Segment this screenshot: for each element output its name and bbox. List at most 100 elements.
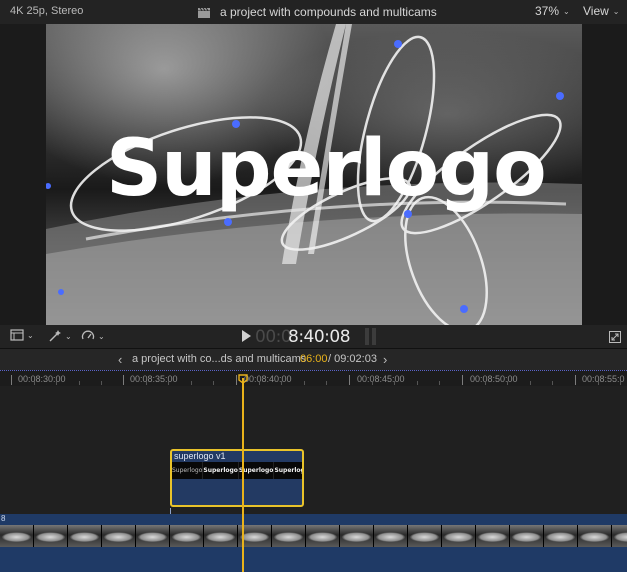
ruler-tick (123, 375, 124, 385)
ruler-minor-tick (394, 381, 395, 385)
format-label: 4K 25p, Stereo (10, 5, 84, 17)
ruler-minor-tick (326, 381, 327, 385)
fullscreen-icon[interactable] (609, 331, 621, 343)
ruler-minor-tick (485, 381, 486, 385)
chevron-right-icon[interactable]: › (383, 352, 387, 367)
ruler-tick (462, 375, 463, 385)
ruler-tick (575, 375, 576, 385)
video-frame[interactable]: Superlogo (46, 24, 582, 325)
speedometer-icon (81, 330, 95, 340)
clip-thumbnail: Superlogo (203, 462, 239, 479)
clip-thumbnail: Superlogo (239, 462, 275, 479)
primary-clip-label: 8 (1, 514, 6, 523)
chevron-left-icon[interactable]: ‹ (118, 352, 122, 367)
ruler-tick (349, 375, 350, 385)
zoom-menu[interactable]: 37% ⌄ (535, 4, 570, 18)
ruler-minor-tick (213, 381, 214, 385)
pot-thumbnail (68, 525, 102, 547)
layout-menu[interactable]: ⌄ (10, 329, 34, 341)
chevron-down-icon: ⌄ (563, 6, 570, 16)
view-menu[interactable]: View ⌄ (583, 4, 620, 18)
playhead[interactable] (242, 378, 244, 572)
timeline-navigation-bar: ‹ a project with co...ds and multicams 0… (0, 348, 627, 370)
ruler-minor-tick (598, 381, 599, 385)
pot-thumbnail (170, 525, 204, 547)
clip-thumbnail: Superlogo (274, 462, 302, 479)
audio-meter-right (372, 328, 376, 345)
playhead-handle-icon[interactable] (238, 374, 248, 384)
pot-thumbnail (612, 525, 627, 547)
ruler-minor-tick (620, 381, 621, 385)
transform-menu[interactable]: ⌄ (48, 329, 72, 343)
ruler-tick-label: 00:08:50:00 (470, 374, 518, 384)
viewer-header: 4K 25p, Stereo a project with compounds … (0, 0, 627, 24)
ruler-minor-tick (530, 381, 531, 385)
play-button[interactable] (241, 330, 251, 342)
ruler-minor-tick (507, 381, 508, 385)
viewer-controls: ⌄ ⌄ ⌄ 00:0 8:40:08 (0, 325, 627, 348)
ruler-minor-tick (281, 381, 282, 385)
total-duration: / 09:02:03 (328, 353, 377, 365)
pot-thumbnail (510, 525, 544, 547)
timeline-ruler[interactable]: 00:08:30:00 00:08:35:00 00:08:40:00 00:0… (0, 370, 627, 386)
layout-icon (10, 329, 24, 341)
chevron-down-icon: ⌄ (98, 331, 105, 341)
ruler-minor-tick (191, 381, 192, 385)
transform-wand-icon (49, 330, 61, 342)
pot-thumbnail (34, 525, 68, 547)
pot-thumbnail (102, 525, 136, 547)
timeline-project-name: a project with co...ds and multicams (132, 353, 307, 365)
pot-thumbnail (476, 525, 510, 547)
timecode-display[interactable]: 8:40:08 (288, 327, 351, 347)
pot-thumbnail (272, 525, 306, 547)
zoom-value: 37% (535, 4, 560, 18)
audio-meter (365, 328, 376, 345)
ruler-minor-tick (439, 381, 440, 385)
ruler-minor-tick (101, 381, 102, 385)
timecode-leading: 00:0 (255, 327, 292, 347)
primary-storyline-clip[interactable]: 8 (0, 514, 627, 572)
pot-thumbnail (204, 525, 238, 547)
ruler-minor-tick (34, 381, 35, 385)
clip-name: superlogo v1 (174, 451, 226, 461)
pot-thumbnail (0, 525, 34, 547)
connected-clip-superlogo[interactable]: superlogo v1 Superlogo Superlogo Superlo… (170, 449, 304, 507)
ruler-minor-tick (56, 381, 57, 385)
clip-filmstrip: Superlogo Superlogo Superlogo Superlogo (172, 462, 302, 479)
clip-thumbnail: Superlogo (172, 462, 204, 479)
speed-menu[interactable]: ⌄ (81, 329, 105, 343)
pot-thumbnail (374, 525, 408, 547)
pot-thumbnail (544, 525, 578, 547)
ruler-tick (11, 375, 12, 385)
ruler-minor-tick (417, 381, 418, 385)
chevron-down-icon: ⌄ (612, 6, 620, 16)
pot-thumbnail (136, 525, 170, 547)
audio-meter-left (365, 328, 369, 345)
ruler-minor-tick (552, 381, 553, 385)
chevron-down-icon: ⌄ (65, 331, 72, 341)
ruler-tick-label: 00:08:30:00 (18, 374, 66, 384)
chevron-down-icon: ⌄ (27, 330, 34, 340)
pot-thumbnail (306, 525, 340, 547)
clapperboard-icon (197, 6, 211, 24)
ruler-minor-tick (146, 381, 147, 385)
pot-thumbnail (578, 525, 612, 547)
pot-thumbnail (340, 525, 374, 547)
ruler-tick-label: 00:08:45:00 (357, 374, 405, 384)
view-menu-label: View (583, 4, 609, 18)
ruler-minor-tick (259, 381, 260, 385)
project-title: a project with compounds and multicams (220, 5, 437, 19)
current-duration: 06:00 (300, 353, 328, 365)
pot-thumbnail (442, 525, 476, 547)
ruler-minor-tick (168, 381, 169, 385)
ruler-tick (236, 375, 237, 385)
ruler-tick-label: 00:08:55:0 (582, 374, 625, 384)
superlogo-title-text: Superlogo (106, 124, 547, 214)
pot-thumbnail (408, 525, 442, 547)
ruler-tick-label: 00:08:40:00 (244, 374, 292, 384)
ruler-minor-tick (79, 381, 80, 385)
ruler-tick-label: 00:08:35:00 (130, 374, 178, 384)
primary-clip-filmstrip (0, 525, 627, 547)
ruler-minor-tick (304, 381, 305, 385)
ruler-minor-tick (372, 381, 373, 385)
